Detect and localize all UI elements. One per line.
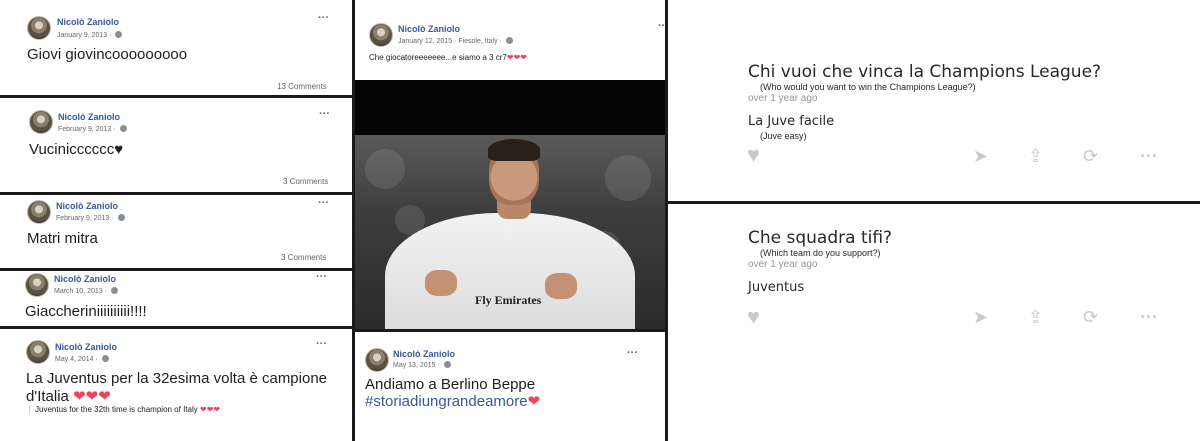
more-dots-icon[interactable]: ···	[316, 272, 327, 283]
avatar[interactable]	[365, 348, 389, 372]
post-text: Vucinicccccc♥	[29, 141, 124, 158]
answer-text: La Juve facile	[748, 114, 835, 129]
avatar[interactable]	[29, 110, 53, 134]
photo-content: Fly Emirates	[355, 135, 666, 329]
post-date[interactable]: January 9, 2013 ·	[57, 31, 123, 39]
avatar[interactable]	[26, 340, 50, 364]
post-author[interactable]: Nicolò Zaniolo	[55, 342, 117, 352]
question-translation: (Which team do you support?)	[760, 248, 881, 258]
globe-icon	[505, 37, 513, 44]
question-title[interactable]: Che squadra tifi?	[748, 228, 892, 248]
post-card: Nicolò Zaniolo January 12, 2015 · Fiesol…	[355, 0, 666, 80]
post-text: Che giocatoreeeeeee...e siamo a 3 cr7❤❤❤	[369, 53, 527, 62]
send-icon[interactable]: ➤	[973, 308, 988, 326]
more-dots-icon[interactable]: ···	[318, 198, 329, 209]
post-text: Giovi giovincooooooooo	[27, 46, 188, 63]
question-time: over 1 year ago	[748, 93, 818, 104]
question-translation: (Who would you want to win the Champions…	[760, 82, 976, 92]
shirt-sponsor-text: Fly Emirates	[475, 293, 542, 307]
question-card: Chi vuoi che vinca la Champions League? …	[668, 0, 1200, 201]
share-icon[interactable]: ⇪	[1028, 147, 1043, 165]
more-dots-icon[interactable]: ···	[319, 109, 330, 120]
repost-icon[interactable]: ⟳	[1083, 147, 1098, 165]
post-author[interactable]: Nicolò Zaniolo	[398, 24, 460, 34]
heart-emoji: ❤	[527, 393, 541, 410]
post-text: Giaccheriniiiiiiiiii!!!!	[25, 303, 147, 320]
question-time: over 1 year ago	[748, 259, 818, 270]
question-card: Che squadra tifi? (Which team do you sup…	[668, 204, 1200, 441]
post-date[interactable]: May 4, 2014 ·	[55, 355, 109, 363]
post-author[interactable]: Nicolò Zaniolo	[57, 17, 119, 27]
post-text: Matri mitra	[27, 230, 98, 247]
avatar[interactable]	[27, 16, 51, 40]
more-dots-icon[interactable]: ···	[316, 339, 327, 350]
post-text-line-2: d'Italia ❤❤❤	[26, 388, 111, 405]
avatar[interactable]	[369, 23, 393, 47]
heart-emoji: ❤❤❤	[73, 388, 111, 405]
heart-icon[interactable]: ♥	[747, 306, 760, 328]
heart-emoji: ❤❤❤	[199, 405, 221, 414]
globe-icon	[115, 31, 123, 38]
answer-text: Juventus	[748, 280, 805, 295]
globe-icon	[110, 287, 118, 294]
post-date[interactable]: January 12, 2015 · Fiesole, Italy ·	[398, 37, 513, 45]
avatar[interactable]	[27, 200, 51, 224]
post-author[interactable]: Nicolò Zaniolo	[56, 201, 118, 211]
hashtag-link[interactable]: #storiadiungrandeamore❤	[365, 392, 540, 410]
globe-icon	[117, 214, 125, 221]
translation-text: Juventus for the 32th time is champion o…	[29, 405, 220, 414]
player-shirt	[385, 213, 635, 329]
comments-link[interactable]: 3 Comments	[283, 177, 328, 186]
globe-icon	[119, 125, 127, 132]
more-dots-icon[interactable]: ···	[1140, 147, 1158, 165]
more-dots-icon[interactable]: ···	[1140, 308, 1158, 326]
repost-icon[interactable]: ⟳	[1083, 308, 1098, 326]
post-date[interactable]: February 9, 2013 ·	[56, 214, 125, 222]
more-dots-icon[interactable]: ···	[318, 13, 329, 24]
post-date[interactable]: February 9, 2013 ·	[58, 125, 127, 133]
post-card: Nicolò Zaniolo March 10, 2013 · ··· Giac…	[0, 271, 352, 326]
heart-emoji: ❤❤❤	[506, 53, 527, 62]
question-title[interactable]: Chi vuoi che vinca la Champions League?	[748, 62, 1101, 82]
post-card: Nicolò Zaniolo February 9, 2013 · ··· Vu…	[0, 98, 352, 192]
post-author[interactable]: Nicolò Zaniolo	[54, 274, 116, 284]
post-card: Nicolò Zaniolo February 9, 2013 · ··· Ma…	[0, 195, 352, 268]
answer-translation: (Juve easy)	[760, 131, 807, 141]
send-icon[interactable]: ➤	[973, 147, 988, 165]
post-card: Nicolò Zaniolo May 13, 2015 · ··· Andiam…	[355, 332, 666, 441]
globe-icon	[443, 361, 451, 368]
post-card: Nicolò Zaniolo May 4, 2014 · ··· La Juve…	[0, 329, 352, 441]
heart-icon[interactable]: ♥	[747, 144, 760, 166]
post-author[interactable]: Nicolò Zaniolo	[58, 112, 120, 122]
share-icon[interactable]: ⇪	[1028, 308, 1043, 326]
post-card: Nicolò Zaniolo January 9, 2013 · ··· Gio…	[0, 0, 352, 96]
post-date[interactable]: May 13, 2015 ·	[393, 361, 451, 369]
more-dots-icon[interactable]: ···	[627, 348, 638, 359]
post-date[interactable]: March 10, 2013 ·	[54, 287, 118, 295]
comments-link[interactable]: 3 Comments	[281, 253, 326, 262]
globe-icon	[101, 355, 109, 362]
post-text: La Juventus per la 32esima volta è campi…	[26, 370, 328, 387]
post-text: Andiamo a Berlino Beppe	[365, 376, 536, 393]
comments-link[interactable]: 13 Comments	[277, 82, 327, 91]
avatar[interactable]	[25, 273, 49, 297]
post-author[interactable]: Nicolò Zaniolo	[393, 349, 455, 359]
player-photo[interactable]: Fly Emirates	[355, 80, 666, 329]
